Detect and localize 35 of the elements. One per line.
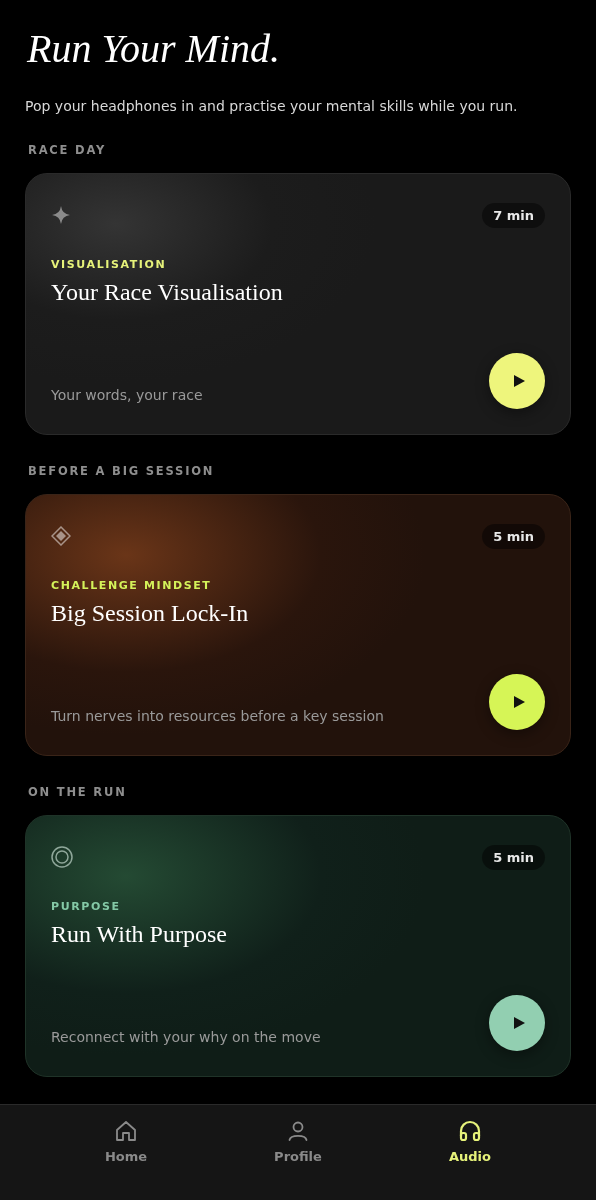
home-icon: [114, 1119, 138, 1143]
category-label: CHALLENGE MINDSET: [51, 579, 213, 592]
headphones-icon: [458, 1119, 482, 1143]
play-button[interactable]: [489, 995, 545, 1051]
category-label: VISUALISATION: [51, 258, 168, 271]
rings-icon: [51, 846, 73, 868]
duration-badge: 7 min: [482, 202, 545, 228]
card-title: Run With Purpose: [51, 921, 228, 948]
card-description: Turn nerves into resources before a key session: [51, 708, 384, 724]
session-card[interactable]: 5 min CHALLENGE MINDSET Big Session Lock-In Turn nerves into resources before a key session: [25, 494, 571, 756]
nav-tab[interactable]: Audio: [410, 1105, 530, 1200]
card-description: Reconnect with your why on the move: [51, 1029, 321, 1045]
card-title: Your Race Visualisation: [51, 279, 284, 306]
section-label: BEFORE A BIG SESSION: [28, 463, 216, 479]
diamond-icon: [51, 526, 71, 546]
page-subtitle: Pop your headphones in and practise your mental skills while you run.: [25, 97, 519, 116]
nav-tab[interactable]: Profile: [238, 1105, 358, 1200]
session-card[interactable]: 7 min VISUALISATION Your Race Visualisation Your words, your race: [25, 173, 571, 435]
session-card[interactable]: 5 min PURPOSE Run With Purpose Reconnect with your why on the move: [25, 815, 571, 1077]
play-icon: [512, 696, 525, 708]
section-label: ON THE RUN: [28, 784, 128, 800]
nav-tab[interactable]: Home: [66, 1105, 186, 1200]
card-title: Big Session Lock-In: [51, 600, 250, 627]
person-icon: [286, 1119, 310, 1143]
duration-badge: 5 min: [482, 523, 545, 549]
page-title: Run Your Mind.: [27, 26, 281, 72]
play-icon: [512, 1017, 525, 1029]
play-icon: [512, 375, 525, 387]
play-button[interactable]: [489, 353, 545, 409]
card-description: Your words, your race: [51, 387, 203, 403]
duration-badge: 5 min: [482, 844, 545, 870]
section-label: RACE DAY: [28, 142, 108, 158]
sparkle-icon: [51, 205, 71, 225]
play-button[interactable]: [489, 674, 545, 730]
category-label: PURPOSE: [51, 900, 122, 913]
